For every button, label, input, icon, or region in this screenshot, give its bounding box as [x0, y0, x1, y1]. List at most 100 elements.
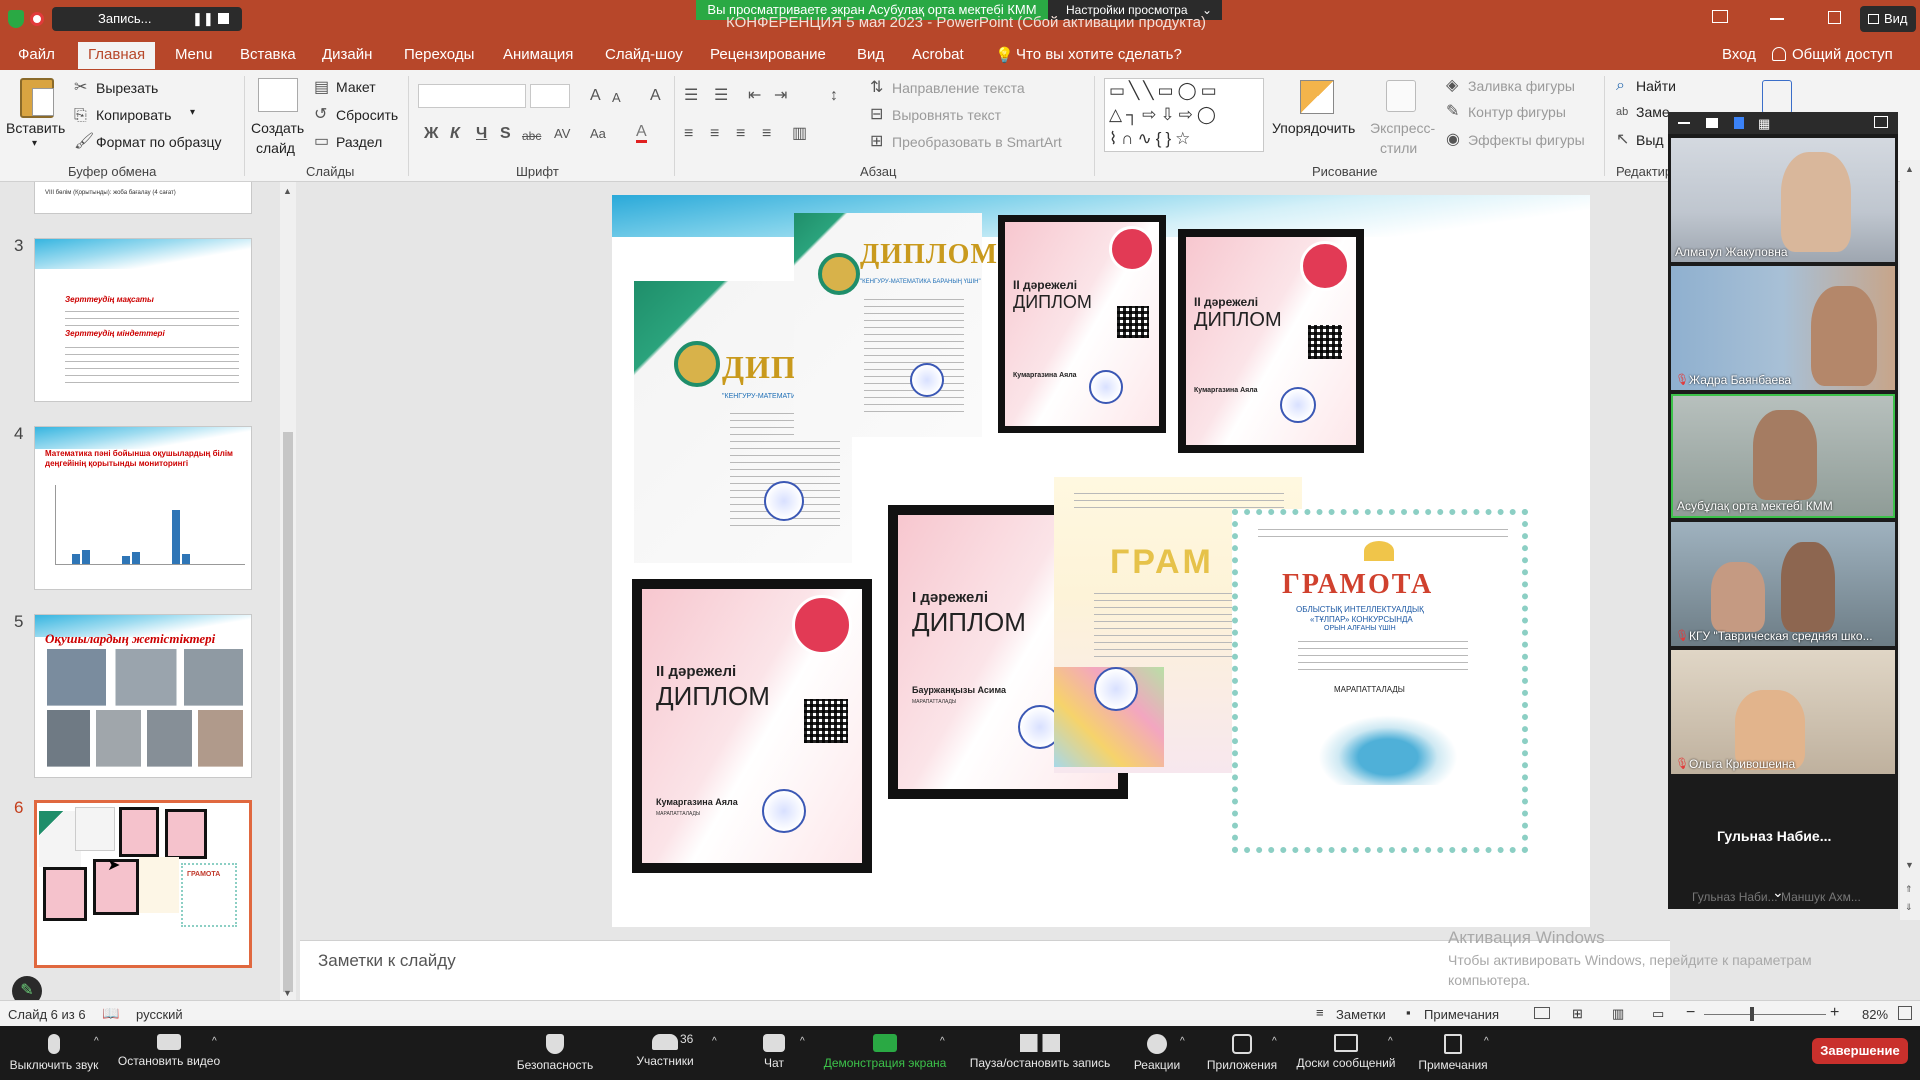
grow-font-icon[interactable]: A	[590, 88, 601, 104]
new-slide-label-1[interactable]: Создать	[251, 120, 304, 136]
tab-review[interactable]: Рецензирование	[710, 46, 826, 63]
section-button[interactable]: Раздел	[336, 134, 382, 150]
thumbnail-scrollbar[interactable]: ▲ ▼	[280, 182, 296, 1004]
slide-thumbnail-4[interactable]: Математика пәні бойынша оқушылардың білі…	[34, 426, 252, 590]
numbering-icon[interactable]: ☰	[714, 88, 728, 104]
new-slide-icon[interactable]	[258, 78, 298, 112]
shape-outline-button[interactable]: Контур фигуры	[1468, 104, 1566, 120]
ribbon-display-icon[interactable]	[1712, 10, 1728, 23]
zoom-level[interactable]: 82%	[1862, 1007, 1888, 1022]
caret-up-icon[interactable]: ^	[1272, 1036, 1277, 1047]
change-case-icon[interactable]: Aa	[590, 126, 606, 142]
normal-view-icon[interactable]	[1534, 1007, 1550, 1019]
stop-video-button[interactable]: Остановить видео	[112, 1026, 226, 1080]
tab-animations[interactable]: Анимация	[503, 46, 573, 63]
gallery-view-icon[interactable]: ▦	[1758, 116, 1770, 132]
shrink-font-icon[interactable]: A	[612, 90, 621, 106]
recording-pill[interactable]: Запись... ❚❚	[52, 7, 242, 31]
restore-icon[interactable]	[1828, 11, 1841, 24]
zoom-slider-thumb[interactable]	[1750, 1007, 1754, 1021]
italic-icon[interactable]: К	[450, 126, 460, 142]
paste-dropdown-icon[interactable]: ▾	[32, 138, 37, 149]
notes-placeholder[interactable]: Заметки к слайду	[318, 951, 456, 971]
reading-view-icon[interactable]: ▥	[1612, 1006, 1624, 1022]
tab-acrobat[interactable]: Acrobat	[912, 46, 964, 63]
caret-up-icon[interactable]: ^	[94, 1036, 99, 1047]
columns-icon[interactable]: ▥	[792, 126, 807, 142]
scroll-up-icon[interactable]: ▲	[283, 186, 292, 196]
align-right-icon[interactable]: ≡	[736, 126, 745, 142]
minimize-icon[interactable]	[1770, 18, 1784, 20]
notes-toggle[interactable]: Заметки	[1336, 1007, 1386, 1022]
slide-6[interactable]: ДИПЛОМ "КЕНГУРУ-МАТЕМАТИКА БАРАНЫҢ ҮШІН"…	[612, 195, 1590, 927]
font-size-input[interactable]	[530, 84, 570, 108]
indent-increase-icon[interactable]: ⇥	[774, 88, 787, 104]
strip-view-icon[interactable]	[1734, 117, 1744, 129]
page-down-icon[interactable]: ⇓	[1905, 902, 1913, 913]
mute-button[interactable]: Выключить звук	[6, 1026, 102, 1080]
slideshow-icon[interactable]: ▭	[1652, 1006, 1664, 1022]
reset-button[interactable]: Сбросить	[336, 107, 398, 123]
find-button[interactable]: Найти	[1636, 78, 1676, 94]
stop-icon[interactable]	[218, 13, 229, 24]
shape-fill-button[interactable]: Заливка фигуры	[1468, 78, 1575, 94]
video-tile[interactable]: Ольга Кривошеина 🎙	[1671, 650, 1895, 774]
share-button[interactable]: Общий доступ	[1792, 46, 1893, 63]
tab-file[interactable]: Файл	[18, 46, 55, 63]
caret-up-icon[interactable]: ^	[1484, 1036, 1489, 1047]
arrange-button[interactable]: Упорядочить	[1272, 120, 1355, 136]
shapes-gallery[interactable]: ▭╲╲▭◯▭ △┐⇨⇩⇨◯ ⌇∩∿{}☆	[1104, 78, 1264, 152]
font-color-icon[interactable]: A	[636, 124, 647, 143]
video-tile[interactable]: КГУ "Таврическая средняя шко... 🎙	[1671, 522, 1895, 646]
chevron-down-icon[interactable]: ⌄	[1772, 884, 1784, 901]
tab-home[interactable]: Главная	[78, 42, 156, 69]
caret-up-icon[interactable]: ^	[712, 1036, 717, 1047]
participants-button[interactable]: Участники	[620, 1026, 710, 1080]
char-spacing-icon[interactable]: AV	[554, 126, 570, 142]
video-tile[interactable]: Алмагул Жакуповна	[1671, 138, 1895, 262]
page-up-icon[interactable]: ⇑	[1905, 884, 1913, 895]
chat-button[interactable]: Чат	[744, 1026, 804, 1080]
quick-styles-label-2[interactable]: стили	[1380, 140, 1417, 156]
copy-dropdown-icon[interactable]: ▾	[190, 107, 195, 118]
zoom-slider[interactable]	[1704, 1014, 1826, 1015]
exit-panel-icon[interactable]	[1874, 116, 1888, 128]
pause-record-button[interactable]: Пауза/остановить запись	[962, 1026, 1118, 1080]
whiteboards-button[interactable]: Доски сообщений	[1292, 1026, 1400, 1080]
caret-up-icon[interactable]: ^	[1180, 1036, 1185, 1047]
cut-button[interactable]: Вырезать	[96, 80, 158, 96]
share-screen-button[interactable]: Демонстрация экрана	[818, 1026, 952, 1080]
end-meeting-button[interactable]: Завершение	[1812, 1038, 1908, 1064]
fit-slide-icon[interactable]	[1898, 1006, 1912, 1020]
text-direction-button[interactable]: Направление текста	[892, 80, 1025, 96]
scroll-up-icon[interactable]: ▲	[1905, 164, 1914, 174]
align-left-icon[interactable]: ≡	[684, 126, 693, 142]
tell-me-search[interactable]: Что вы хотите сделать?	[1016, 46, 1182, 63]
comments-toggle[interactable]: Примечания	[1424, 1007, 1499, 1022]
caret-up-icon[interactable]: ^	[800, 1036, 805, 1047]
quick-styles-label-1[interactable]: Экспресс-	[1370, 120, 1435, 136]
language-label[interactable]: русский	[136, 1007, 183, 1022]
zoom-out-icon[interactable]: −	[1686, 1004, 1695, 1022]
tab-transitions[interactable]: Переходы	[404, 46, 474, 63]
align-center-icon[interactable]: ≡	[710, 126, 719, 142]
paste-button[interactable]: Вставить	[6, 120, 65, 136]
bullets-icon[interactable]: ☰	[684, 88, 698, 104]
tab-insert[interactable]: Вставка	[240, 46, 296, 63]
slide-sorter-icon[interactable]: ⊞	[1572, 1006, 1583, 1022]
zoom-view-button[interactable]: Вид	[1860, 6, 1916, 32]
pause-icon[interactable]: ❚❚	[192, 11, 214, 27]
new-slide-label-2[interactable]: слайд	[256, 140, 295, 156]
underline-icon[interactable]: Ч	[476, 126, 487, 142]
tab-slideshow[interactable]: Слайд-шоу	[605, 46, 683, 63]
speaker-view-icon[interactable]	[1706, 118, 1718, 128]
caret-up-icon[interactable]: ^	[212, 1036, 217, 1047]
notes-button[interactable]: Примечания	[1412, 1026, 1494, 1080]
tab-menu[interactable]: Menu	[175, 46, 213, 63]
slide-thumbnail-6-selected[interactable]: ГРАМОТА ➤	[34, 800, 252, 968]
tab-design[interactable]: Дизайн	[322, 46, 372, 63]
align-text-button[interactable]: Выровнять текст	[892, 107, 1001, 123]
video-tile-active-speaker[interactable]: Асубұлақ орта мектебі КММ	[1671, 394, 1895, 518]
bold-icon[interactable]: Ж	[424, 126, 438, 142]
spellcheck-icon[interactable]: 📖	[102, 1005, 119, 1022]
